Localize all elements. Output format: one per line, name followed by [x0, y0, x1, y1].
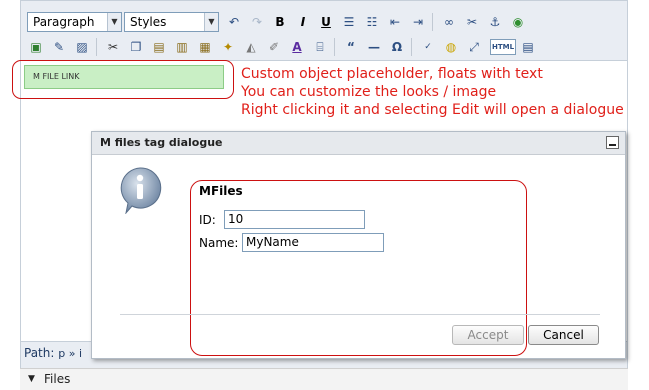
- format-select[interactable]: Paragraph ▼: [27, 12, 122, 32]
- name-field[interactable]: MyName: [242, 233, 384, 252]
- dialog-title-bar[interactable]: M files tag dialogue: [92, 132, 625, 155]
- numbered-list-icon[interactable]: ☷: [363, 13, 381, 31]
- path-value[interactable]: p » i: [58, 347, 82, 360]
- toolbar-separator: [411, 38, 412, 56]
- image-globe-icon[interactable]: ◉: [509, 13, 527, 31]
- underline-icon[interactable]: U: [317, 13, 335, 31]
- fullscreen-icon[interactable]: ⤢: [465, 38, 483, 56]
- indent-icon[interactable]: ⇥: [409, 13, 427, 31]
- toolbar-separator: [432, 13, 433, 31]
- html-icon[interactable]: HTML: [490, 39, 516, 55]
- eraser-icon[interactable]: ◭: [242, 38, 260, 56]
- undo-icon[interactable]: ↶: [225, 13, 243, 31]
- id-field[interactable]: 10: [224, 210, 365, 229]
- cancel-button[interactable]: Cancel: [528, 325, 599, 345]
- collapse-arrow-icon: ▼: [28, 374, 35, 384]
- files-panel-header[interactable]: ▼ Files: [20, 368, 628, 390]
- format-select-value: Paragraph: [33, 15, 95, 29]
- paste-icon[interactable]: ▤: [150, 38, 168, 56]
- insert-image-icon[interactable]: ▣: [27, 38, 45, 56]
- anchor-icon[interactable]: ⚓: [486, 13, 504, 31]
- blockquote-icon[interactable]: “: [342, 38, 360, 56]
- outdent-icon[interactable]: ⇤: [386, 13, 404, 31]
- text-color-icon[interactable]: A: [288, 38, 306, 56]
- chevron-down-icon: ▼: [107, 13, 121, 31]
- accept-button[interactable]: Accept: [452, 325, 524, 345]
- unlink-icon[interactable]: ✂: [463, 13, 481, 31]
- comment-icon[interactable]: ◍: [442, 38, 460, 56]
- paste-word-icon[interactable]: ▦: [196, 38, 214, 56]
- special-char-icon[interactable]: Ω: [388, 38, 406, 56]
- dialog-title: M files tag dialogue: [100, 136, 223, 149]
- dialog-divider: [120, 314, 600, 315]
- annotation-line: Right clicking it and selecting Edit wil…: [241, 102, 624, 118]
- id-label: ID:: [199, 213, 216, 227]
- link-icon[interactable]: ∞: [440, 13, 458, 31]
- bullet-list-icon[interactable]: ☰: [340, 13, 358, 31]
- bold-icon[interactable]: B: [271, 13, 289, 31]
- section-title: MFiles: [199, 184, 243, 198]
- copy-icon[interactable]: ❐: [127, 38, 145, 56]
- minimize-icon[interactable]: [606, 136, 619, 149]
- source-icon[interactable]: ▤: [519, 38, 537, 56]
- chevron-down-icon: ▼: [204, 13, 218, 31]
- redo-icon[interactable]: ↷: [248, 13, 266, 31]
- annotation-line: Custom object placeholder, floats with t…: [241, 66, 543, 82]
- files-label: Files: [44, 372, 71, 386]
- cut-icon[interactable]: ✂: [104, 38, 122, 56]
- element-path: Path: p » i: [24, 346, 82, 360]
- styles-select-value: Styles: [130, 15, 167, 29]
- picture-icon[interactable]: ▨: [73, 38, 91, 56]
- path-label: Path:: [24, 346, 55, 360]
- template-icon[interactable]: ⌸: [311, 38, 329, 56]
- annotation-line: You can customize the looks / image: [241, 84, 497, 100]
- spellcheck-icon[interactable]: ✓: [419, 38, 437, 56]
- edit-icon[interactable]: ✎: [50, 38, 68, 56]
- paste-text-icon[interactable]: ▥: [173, 38, 191, 56]
- name-label: Name:: [199, 236, 239, 250]
- toolbar-separator: [96, 38, 97, 56]
- horizontal-rule-icon[interactable]: —: [365, 38, 383, 56]
- italic-icon[interactable]: I: [294, 13, 312, 31]
- info-icon: [120, 167, 162, 214]
- remove-format-icon[interactable]: ✐: [265, 38, 283, 56]
- styles-select[interactable]: Styles ▼: [124, 12, 219, 32]
- annotation-highlight: [12, 60, 234, 99]
- toolbar-separator: [334, 38, 335, 56]
- cleanup-icon[interactable]: ✦: [219, 38, 237, 56]
